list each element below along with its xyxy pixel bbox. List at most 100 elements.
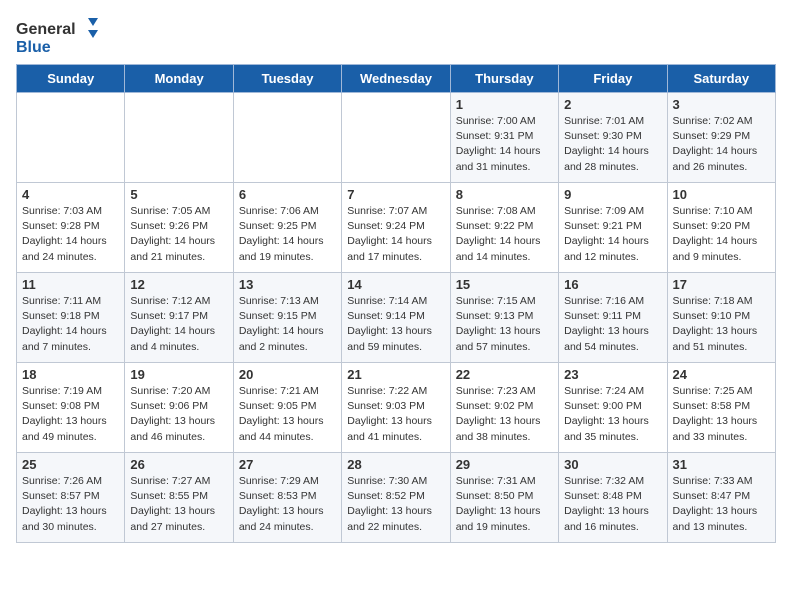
day-number: 6: [239, 187, 336, 202]
day-number: 5: [130, 187, 227, 202]
day-detail: Sunrise: 7:30 AM Sunset: 8:52 PM Dayligh…: [347, 474, 444, 535]
day-detail: Sunrise: 7:20 AM Sunset: 9:06 PM Dayligh…: [130, 384, 227, 445]
day-number: 29: [456, 457, 553, 472]
calendar-cell: 3 Sunrise: 7:02 AM Sunset: 9:29 PM Daylig…: [667, 93, 775, 183]
day-detail: Sunrise: 7:24 AM Sunset: 9:00 PM Dayligh…: [564, 384, 661, 445]
calendar-cell: 5 Sunrise: 7:05 AM Sunset: 9:26 PM Daylig…: [125, 183, 233, 273]
calendar-cell: 2 Sunrise: 7:01 AM Sunset: 9:30 PM Daylig…: [559, 93, 667, 183]
day-number: 3: [673, 97, 770, 112]
day-number: 28: [347, 457, 444, 472]
day-number: 10: [673, 187, 770, 202]
day-number: 13: [239, 277, 336, 292]
calendar-cell: 23 Sunrise: 7:24 AM Sunset: 9:00 PM Dayli…: [559, 363, 667, 453]
calendar-cell: 31 Sunrise: 7:33 AM Sunset: 8:47 PM Dayli…: [667, 453, 775, 543]
day-number: 15: [456, 277, 553, 292]
day-number: 30: [564, 457, 661, 472]
calendar-cell: [233, 93, 341, 183]
day-number: 22: [456, 367, 553, 382]
day-number: 17: [673, 277, 770, 292]
header: GeneralBlue: [16, 16, 776, 56]
day-detail: Sunrise: 7:22 AM Sunset: 9:03 PM Dayligh…: [347, 384, 444, 445]
col-header-sunday: Sunday: [17, 65, 125, 93]
calendar-cell: [125, 93, 233, 183]
day-detail: Sunrise: 7:11 AM Sunset: 9:18 PM Dayligh…: [22, 294, 119, 355]
calendar-cell: 12 Sunrise: 7:12 AM Sunset: 9:17 PM Dayli…: [125, 273, 233, 363]
calendar-cell: 10 Sunrise: 7:10 AM Sunset: 9:20 PM Dayli…: [667, 183, 775, 273]
day-number: 31: [673, 457, 770, 472]
day-number: 12: [130, 277, 227, 292]
calendar-cell: 19Sunrise: 7:20 AM Sunset: 9:06 PM Dayli…: [125, 363, 233, 453]
day-detail: Sunrise: 7:02 AM Sunset: 9:29 PM Dayligh…: [673, 114, 770, 175]
day-number: 26: [130, 457, 227, 472]
day-detail: Sunrise: 7:21 AM Sunset: 9:05 PM Dayligh…: [239, 384, 336, 445]
day-detail: Sunrise: 7:10 AM Sunset: 9:20 PM Dayligh…: [673, 204, 770, 265]
day-number: 8: [456, 187, 553, 202]
day-number: 24: [673, 367, 770, 382]
col-header-saturday: Saturday: [667, 65, 775, 93]
calendar-cell: 22 Sunrise: 7:23 AM Sunset: 9:02 PM Dayli…: [450, 363, 558, 453]
day-detail: Sunrise: 7:26 AM Sunset: 8:57 PM Dayligh…: [22, 474, 119, 535]
day-detail: Sunrise: 7:12 AM Sunset: 9:17 PM Dayligh…: [130, 294, 227, 355]
day-detail: Sunrise: 7:05 AM Sunset: 9:26 PM Dayligh…: [130, 204, 227, 265]
col-header-friday: Friday: [559, 65, 667, 93]
calendar-cell: 15 Sunrise: 7:15 AM Sunset: 9:13 PM Dayli…: [450, 273, 558, 363]
day-detail: Sunrise: 7:15 AM Sunset: 9:13 PM Dayligh…: [456, 294, 553, 355]
calendar-cell: 16Sunrise: 7:16 AM Sunset: 9:11 PM Dayli…: [559, 273, 667, 363]
calendar-cell: 11 Sunrise: 7:11 AM Sunset: 9:18 PM Dayli…: [17, 273, 125, 363]
day-number: 25: [22, 457, 119, 472]
day-detail: Sunrise: 7:32 AM Sunset: 8:48 PM Dayligh…: [564, 474, 661, 535]
day-number: 21: [347, 367, 444, 382]
calendar-cell: 29 Sunrise: 7:31 AM Sunset: 8:50 PM Dayli…: [450, 453, 558, 543]
day-number: 11: [22, 277, 119, 292]
day-number: 23: [564, 367, 661, 382]
calendar-header: SundayMondayTuesdayWednesdayThursdayFrid…: [17, 65, 776, 93]
day-detail: Sunrise: 7:09 AM Sunset: 9:21 PM Dayligh…: [564, 204, 661, 265]
day-number: 20: [239, 367, 336, 382]
col-header-thursday: Thursday: [450, 65, 558, 93]
day-number: 1: [456, 97, 553, 112]
svg-text:General: General: [16, 21, 76, 38]
day-number: 14: [347, 277, 444, 292]
day-detail: Sunrise: 7:13 AM Sunset: 9:15 PM Dayligh…: [239, 294, 336, 355]
logo: GeneralBlue: [16, 16, 106, 56]
calendar-cell: 9Sunrise: 7:09 AM Sunset: 9:21 PM Daylig…: [559, 183, 667, 273]
calendar-cell: 27 Sunrise: 7:29 AM Sunset: 8:53 PM Dayli…: [233, 453, 341, 543]
day-number: 7: [347, 187, 444, 202]
calendar-cell: 18 Sunrise: 7:19 AM Sunset: 9:08 PM Dayli…: [17, 363, 125, 453]
calendar-cell: 14 Sunrise: 7:14 AM Sunset: 9:14 PM Dayli…: [342, 273, 450, 363]
day-detail: Sunrise: 7:01 AM Sunset: 9:30 PM Dayligh…: [564, 114, 661, 175]
col-header-tuesday: Tuesday: [233, 65, 341, 93]
calendar-cell: 26 Sunrise: 7:27 AM Sunset: 8:55 PM Dayli…: [125, 453, 233, 543]
day-detail: Sunrise: 7:00 AM Sunset: 9:31 PM Dayligh…: [456, 114, 553, 175]
day-detail: Sunrise: 7:29 AM Sunset: 8:53 PM Dayligh…: [239, 474, 336, 535]
day-detail: Sunrise: 7:08 AM Sunset: 9:22 PM Dayligh…: [456, 204, 553, 265]
day-detail: Sunrise: 7:33 AM Sunset: 8:47 PM Dayligh…: [673, 474, 770, 535]
col-header-wednesday: Wednesday: [342, 65, 450, 93]
calendar-cell: 13 Sunrise: 7:13 AM Sunset: 9:15 PM Dayli…: [233, 273, 341, 363]
calendar-cell: 8 Sunrise: 7:08 AM Sunset: 9:22 PM Daylig…: [450, 183, 558, 273]
calendar-cell: 28 Sunrise: 7:30 AM Sunset: 8:52 PM Dayli…: [342, 453, 450, 543]
day-detail: Sunrise: 7:07 AM Sunset: 9:24 PM Dayligh…: [347, 204, 444, 265]
day-detail: Sunrise: 7:23 AM Sunset: 9:02 PM Dayligh…: [456, 384, 553, 445]
calendar-table: SundayMondayTuesdayWednesdayThursdayFrid…: [16, 64, 776, 543]
calendar-cell: 6 Sunrise: 7:06 AM Sunset: 9:25 PM Daylig…: [233, 183, 341, 273]
calendar-cell: 7 Sunrise: 7:07 AM Sunset: 9:24 PM Daylig…: [342, 183, 450, 273]
day-detail: Sunrise: 7:06 AM Sunset: 9:25 PM Dayligh…: [239, 204, 336, 265]
col-header-monday: Monday: [125, 65, 233, 93]
day-number: 18: [22, 367, 119, 382]
day-detail: Sunrise: 7:03 AM Sunset: 9:28 PM Dayligh…: [22, 204, 119, 265]
calendar-cell: 1 Sunrise: 7:00 AM Sunset: 9:31 PM Daylig…: [450, 93, 558, 183]
day-number: 27: [239, 457, 336, 472]
day-detail: Sunrise: 7:19 AM Sunset: 9:08 PM Dayligh…: [22, 384, 119, 445]
day-number: 2: [564, 97, 661, 112]
day-detail: Sunrise: 7:14 AM Sunset: 9:14 PM Dayligh…: [347, 294, 444, 355]
day-detail: Sunrise: 7:27 AM Sunset: 8:55 PM Dayligh…: [130, 474, 227, 535]
calendar-cell: 21 Sunrise: 7:22 AM Sunset: 9:03 PM Dayli…: [342, 363, 450, 453]
day-detail: Sunrise: 7:31 AM Sunset: 8:50 PM Dayligh…: [456, 474, 553, 535]
day-number: 4: [22, 187, 119, 202]
calendar-cell: [17, 93, 125, 183]
calendar-cell: 25 Sunrise: 7:26 AM Sunset: 8:57 PM Dayli…: [17, 453, 125, 543]
calendar-cell: 20 Sunrise: 7:21 AM Sunset: 9:05 PM Dayli…: [233, 363, 341, 453]
calendar-cell: 24Sunrise: 7:25 AM Sunset: 8:58 PM Dayli…: [667, 363, 775, 453]
calendar-cell: [342, 93, 450, 183]
